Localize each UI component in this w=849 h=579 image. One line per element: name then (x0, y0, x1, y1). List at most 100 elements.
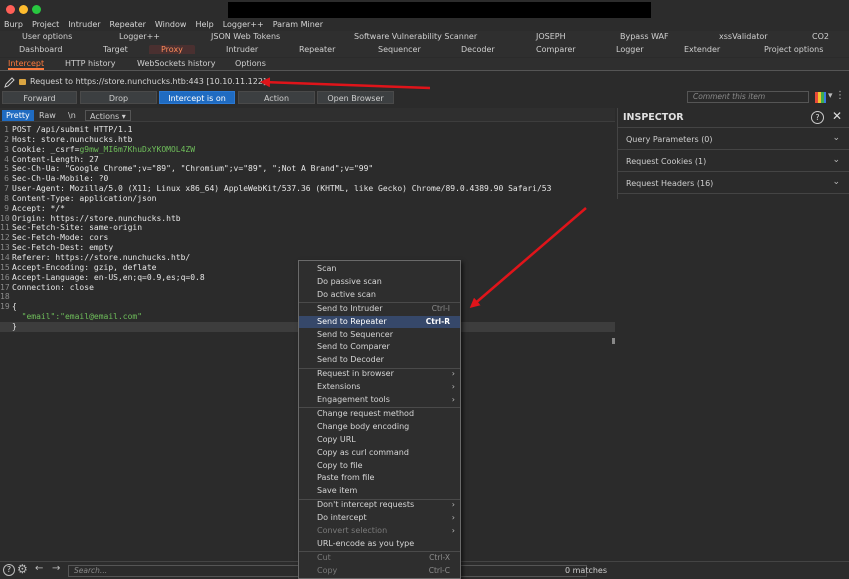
comment-field[interactable]: Comment this item (687, 91, 809, 103)
tab-raw[interactable]: Raw (35, 110, 60, 121)
intercept-toggle-button[interactable]: Intercept is on (159, 91, 235, 104)
tab-intruder[interactable]: Intruder (226, 45, 258, 54)
menu-logger[interactable]: Logger++ (223, 18, 269, 31)
menu-item-url-encode-as-you-type[interactable]: URL-encode as you type (299, 538, 460, 551)
editor-toolbar: Pretty Raw \n Actions ▾ (0, 108, 615, 122)
forward-button[interactable]: Forward (2, 91, 77, 104)
inspector-request-headers[interactable]: Request Headers (16) ⌄ (618, 173, 849, 194)
menu-item-do-intercept[interactable]: Do intercept › (299, 512, 460, 525)
actions-dropdown[interactable]: Actions ▾ (85, 110, 131, 121)
menu-item-engagement-tools[interactable]: Engagement tools › (299, 394, 460, 407)
code-line[interactable]: 1 POST /api/submit HTTP/1.1 (0, 125, 615, 135)
tab-repeater[interactable]: Repeater (299, 45, 335, 54)
code-line[interactable]: 8 Content-Type: application/json (0, 194, 615, 204)
tab-extender[interactable]: Extender (684, 45, 720, 54)
tab-joseph[interactable]: JOSEPH (536, 32, 566, 41)
tab-user-options[interactable]: User options (22, 32, 72, 41)
inspector-query-parameters[interactable]: Query Parameters (0) ⌄ (618, 129, 849, 150)
tab-decoder[interactable]: Decoder (461, 45, 495, 54)
pencil-icon[interactable] (4, 77, 15, 90)
settings-icon[interactable]: ⋮ (835, 90, 845, 101)
submenu-arrow-icon: › (451, 513, 455, 523)
tab-websockets-history[interactable]: WebSockets history (137, 59, 215, 68)
close-icon[interactable]: ✕ (832, 109, 842, 123)
line-text: Sec-Fetch-Site: same-origin (12, 223, 143, 233)
open-browser-button[interactable]: Open Browser (317, 91, 394, 104)
code-line[interactable]: 9 Accept: */* (0, 204, 615, 214)
menu-burp[interactable]: Burp (4, 18, 28, 31)
tab-bypass-waf[interactable]: Bypass WAF (620, 32, 669, 41)
inspector-header: INSPECTOR ? ✕ (618, 108, 849, 128)
menu-item-send-to-sequencer[interactable]: Send to Sequencer (299, 329, 460, 342)
menu-item-send-to-repeater[interactable]: Send to Repeater Ctrl-R (299, 315, 460, 329)
intercept-buttons: Forward Drop Intercept is on Action Open… (0, 90, 849, 105)
menu-item-do-passive-scan[interactable]: Do passive scan (299, 276, 460, 289)
tab-comparer[interactable]: Comparer (536, 45, 576, 54)
tab-project-options[interactable]: Project options (764, 45, 823, 54)
back-arrow-icon[interactable]: ← (35, 563, 43, 574)
tab-logger-plus[interactable]: Logger++ (119, 32, 160, 41)
comment-dropdown-icon[interactable]: ▾ (828, 91, 833, 101)
splitter-handle[interactable] (612, 338, 615, 344)
help-circle-icon[interactable]: ? (3, 564, 15, 576)
maximize-window-icon[interactable] (32, 5, 41, 14)
tab-dashboard[interactable]: Dashboard (19, 45, 62, 54)
code-line[interactable]: 13 Sec-Fetch-Dest: empty (0, 243, 615, 253)
menu-item-request-in-browser[interactable]: Request in browser › (299, 368, 460, 381)
code-line[interactable]: 4 Content-Length: 27 (0, 155, 615, 165)
menu-item-send-to-comparer[interactable]: Send to Comparer (299, 341, 460, 354)
menu-item-copy-url[interactable]: Copy URL (299, 434, 460, 447)
menu-item-paste-from-file[interactable]: Paste from file (299, 472, 460, 485)
code-line[interactable]: 3 Cookie: _csrf=g9mw_MI6m7KhuDxYKOMOL4ZW (0, 145, 615, 155)
menu-item-copy-to-file[interactable]: Copy to file (299, 460, 460, 473)
help-icon[interactable]: ? (811, 111, 824, 124)
menu-project[interactable]: Project (32, 18, 64, 31)
menu-item-save-item[interactable]: Save item (299, 485, 460, 498)
menu-item-do-active-scan[interactable]: Do active scan (299, 289, 460, 302)
inspector-request-cookies[interactable]: Request Cookies (1) ⌄ (618, 151, 849, 172)
code-line[interactable]: 6 Sec-Ch-Ua-Mobile: ?0 (0, 174, 615, 184)
tab-pretty[interactable]: Pretty (2, 110, 34, 121)
drop-button[interactable]: Drop (80, 91, 157, 104)
tab-json-web-tokens[interactable]: JSON Web Tokens (211, 32, 280, 41)
menu-intruder[interactable]: Intruder (68, 18, 105, 31)
tab-software-vulnerability-scanner[interactable]: Software Vulnerability Scanner (354, 32, 477, 41)
menu-item-scan[interactable]: Scan (299, 263, 460, 276)
tab-co2[interactable]: CO2 (812, 32, 829, 41)
tab-proxy[interactable]: Proxy (149, 45, 195, 54)
highlight-color-icon[interactable] (815, 92, 826, 105)
tab-target[interactable]: Target (103, 45, 128, 54)
tab-intercept[interactable]: Intercept (8, 59, 45, 70)
settings-gear-icon[interactable]: ⚙ (17, 562, 28, 576)
submenu-arrow-icon: › (451, 526, 455, 535)
menu-item-send-to-intruder[interactable]: Send to Intruder Ctrl-I (299, 303, 460, 316)
tab-http-history[interactable]: HTTP history (65, 59, 116, 68)
menu-param-miner[interactable]: Param Miner (273, 18, 328, 31)
menu-item-don-t-intercept-requests[interactable]: Don't intercept requests › (299, 499, 460, 512)
forward-arrow-icon[interactable]: → (52, 563, 60, 574)
submenu-arrow-icon: › (451, 500, 455, 510)
menu-item-change-request-method[interactable]: Change request method (299, 408, 460, 421)
tab-newline[interactable]: \n (64, 110, 80, 121)
code-line[interactable]: 2 Host: store.nunchucks.htb (0, 135, 615, 145)
code-line[interactable]: 10 Origin: https://store.nunchucks.htb (0, 214, 615, 224)
menu-repeater[interactable]: Repeater (110, 18, 151, 31)
menu-window[interactable]: Window (155, 18, 192, 31)
action-button[interactable]: Action (238, 91, 315, 104)
menu-help[interactable]: Help (195, 18, 218, 31)
menu-item-extensions[interactable]: Extensions › (299, 381, 460, 394)
tab-sequencer[interactable]: Sequencer (378, 45, 421, 54)
code-line[interactable]: 5 Sec-Ch-Ua: "Google Chrome";v="89", "Chr… (0, 164, 615, 174)
code-line[interactable]: 7 User-Agent: Mozilla/5.0 (X11; Linux x86… (0, 184, 615, 194)
minimize-window-icon[interactable] (19, 5, 28, 14)
menu-item-copy-as-curl-command[interactable]: Copy as curl command (299, 447, 460, 460)
tab-xssvalidator[interactable]: xssValidator (719, 32, 768, 41)
code-line[interactable]: 11 Sec-Fetch-Site: same-origin (0, 223, 615, 233)
close-window-icon[interactable] (6, 5, 15, 14)
menu-item-send-to-decoder[interactable]: Send to Decoder (299, 354, 460, 367)
code-line[interactable]: 12 Sec-Fetch-Mode: cors (0, 233, 615, 243)
menu-item-change-body-encoding[interactable]: Change body encoding (299, 421, 460, 434)
tab-options[interactable]: Options (235, 59, 266, 68)
tab-logger[interactable]: Logger (616, 45, 644, 54)
request-info-text: Request to https://store.nunchucks.htb:4… (30, 77, 267, 86)
